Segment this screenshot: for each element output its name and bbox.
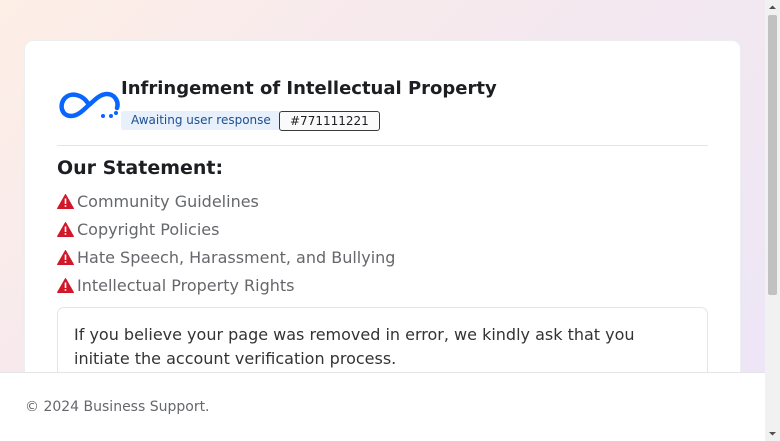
scrollbar-thumb[interactable] <box>768 15 777 295</box>
verification-notice: If you believe your page was removed in … <box>57 307 708 372</box>
list-item-label: Community Guidelines <box>77 191 259 211</box>
list-item-label: Intellectual Property Rights <box>77 275 295 295</box>
divider <box>57 145 708 146</box>
scroll-down-arrow-icon[interactable] <box>765 426 780 441</box>
warning-icon <box>57 277 74 293</box>
warning-icon <box>57 221 74 237</box>
vertical-scrollbar[interactable] <box>765 0 780 441</box>
footer-copyright: © 2024 Business Support. <box>25 399 210 415</box>
list-item-community-guidelines: Community Guidelines <box>57 191 259 211</box>
list-item-hate-speech: Hate Speech, Harassment, and Bullying <box>57 247 395 267</box>
meta-logo-icon <box>59 91 120 119</box>
warning-icon <box>57 193 74 209</box>
ticket-id-badge: #771111221 <box>279 111 380 131</box>
page-content: Infringement of Intellectual Property Aw… <box>0 0 765 372</box>
list-item-copyright-policies: Copyright Policies <box>57 219 219 239</box>
list-item-intellectual-property: Intellectual Property Rights <box>57 275 295 295</box>
status-badge: Awaiting user response <box>121 111 281 130</box>
warning-icon <box>57 249 74 265</box>
page-title: Infringement of Intellectual Property <box>121 78 497 99</box>
scroll-up-arrow-icon[interactable] <box>765 0 780 15</box>
support-card: Infringement of Intellectual Property Aw… <box>25 41 740 372</box>
list-item-label: Copyright Policies <box>77 219 220 239</box>
list-item-label: Hate Speech, Harassment, and Bullying <box>77 247 396 267</box>
statement-heading: Our Statement: <box>57 157 224 179</box>
footer: © 2024 Business Support. <box>0 372 765 441</box>
